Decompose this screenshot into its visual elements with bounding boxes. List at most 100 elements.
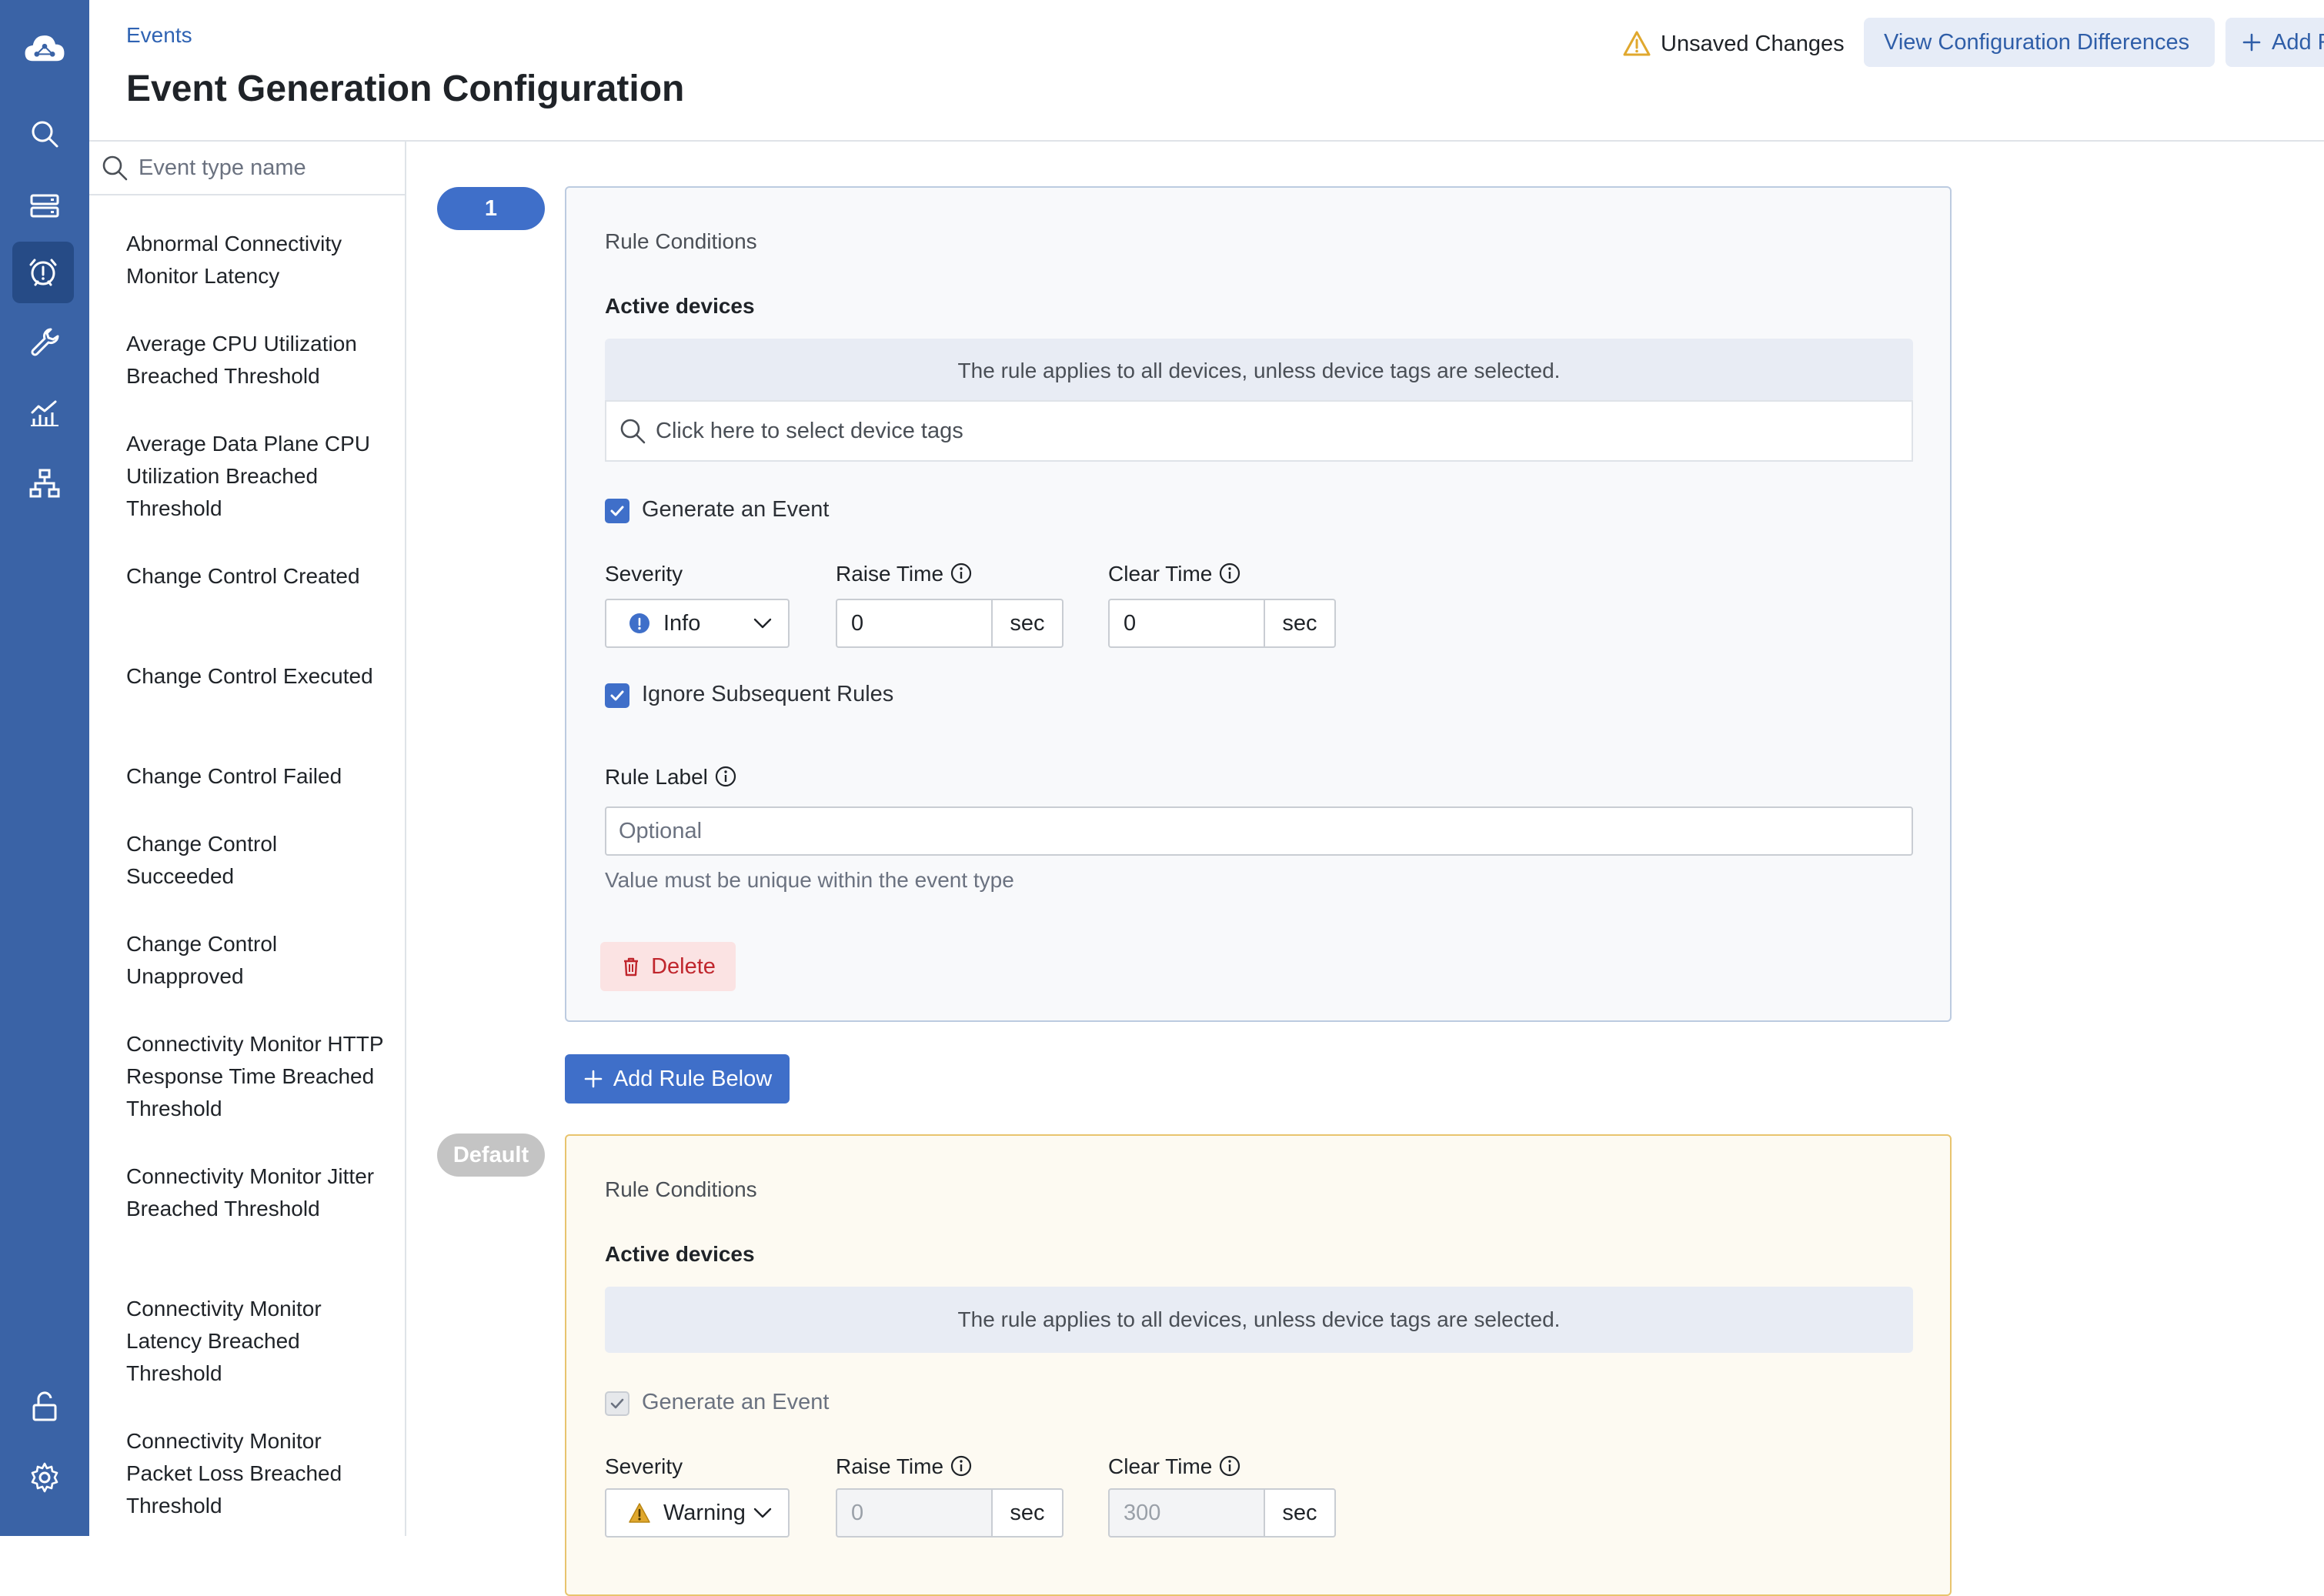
header-divider	[89, 140, 2324, 142]
severity-select[interactable]: Info	[605, 599, 790, 648]
left-nav	[0, 0, 89, 1536]
severity-select[interactable]: Warning	[605, 1488, 790, 1538]
unsaved-changes-indicator: Unsaved Changes	[1622, 29, 1845, 58]
device-tags-placeholder: Click here to select device tags	[656, 418, 963, 443]
breadcrumb-events[interactable]: Events	[126, 23, 192, 48]
raise-time-unit: sec	[993, 599, 1063, 648]
chevron-down-icon	[753, 1508, 772, 1518]
clear-time-label: Clear Time	[1108, 562, 1241, 586]
list-item[interactable]: Change Control Executed	[126, 660, 388, 693]
list-item[interactable]: Change Control Unapproved	[126, 928, 388, 993]
page-title: Event Generation Configuration	[126, 68, 685, 109]
clear-time-label-text: Clear Time	[1108, 562, 1213, 586]
delete-rule-button[interactable]: Delete	[600, 942, 736, 991]
add-button[interactable]: Add R	[2225, 18, 2324, 67]
device-tags-selector[interactable]: Click here to select device tags	[605, 400, 1913, 462]
severity-value: Warning	[663, 1500, 746, 1525]
rule-conditions-title: Rule Conditions	[605, 229, 757, 253]
ignore-subsequent-rules-label: Ignore Subsequent Rules	[642, 682, 894, 706]
warning-icon	[629, 1503, 650, 1523]
trash-icon	[624, 957, 639, 977]
raise-time-value[interactable]: 0	[836, 599, 993, 648]
info-icon[interactable]	[950, 1454, 973, 1477]
plus-icon	[2242, 33, 2261, 52]
list-item[interactable]: Connectivity Monitor HTTP Response Time …	[126, 1028, 388, 1125]
settings-icon[interactable]	[0, 1447, 89, 1508]
ignore-subsequent-rules-checkbox[interactable]	[605, 683, 629, 708]
raise-time-value: 0	[836, 1488, 993, 1538]
active-devices-label: Active devices	[605, 1242, 755, 1266]
list-item[interactable]: Change Control Succeeded	[126, 828, 388, 893]
add-rule-below-label: Add Rule Below	[613, 1066, 773, 1091]
rule-card: Rule Conditions Active devices The rule …	[565, 186, 1952, 1022]
generate-event-checkbox	[605, 1391, 629, 1416]
rule-label-hint: Value must be unique within the event ty…	[605, 868, 1014, 892]
info-icon[interactable]	[1218, 562, 1241, 585]
clear-time-value: 300	[1108, 1488, 1265, 1538]
tools-icon[interactable]	[0, 311, 89, 372]
rule-label-input[interactable]: Optional	[605, 806, 1913, 856]
metrics-icon[interactable]	[0, 382, 89, 443]
list-item[interactable]: Average Data Plane CPU Utilization Breac…	[126, 428, 388, 525]
search-icon[interactable]	[0, 103, 89, 165]
check-icon	[610, 506, 624, 516]
raise-time-input: 0 sec	[836, 1488, 1063, 1538]
search-icon	[620, 419, 646, 444]
clear-time-label-text: Clear Time	[1108, 1454, 1213, 1478]
generate-event-label: Generate an Event	[642, 1390, 830, 1414]
list-item[interactable]: Change Control Created	[126, 560, 388, 593]
raise-time-label: Raise Time	[836, 562, 973, 586]
raise-time-label-text: Raise Time	[836, 1454, 944, 1478]
raise-time-label: Raise Time	[836, 1454, 973, 1479]
severity-label: Severity	[605, 562, 683, 586]
severity-label: Severity	[605, 1454, 683, 1478]
rule-number-badge: 1	[437, 187, 545, 230]
clear-time-input: 300 sec	[1108, 1488, 1336, 1538]
info-icon[interactable]	[1218, 1454, 1241, 1477]
info-icon[interactable]	[714, 765, 737, 788]
list-item[interactable]: Connectivity Monitor Jitter Breached Thr…	[126, 1160, 388, 1225]
rule-label-title-text: Rule Label	[605, 765, 708, 789]
device-scope-banner: The rule applies to all devices, unless …	[605, 339, 1913, 403]
cloud-logo-icon[interactable]	[0, 18, 89, 80]
clear-time-value[interactable]: 0	[1108, 599, 1265, 648]
clear-time-unit: sec	[1265, 1488, 1336, 1538]
list-item[interactable]: Change Control Failed	[126, 760, 388, 793]
clear-time-unit: sec	[1265, 599, 1336, 648]
view-configuration-differences-button[interactable]: View Configuration Differences	[1864, 18, 2215, 67]
add-rule-below-button[interactable]: Add Rule Below	[565, 1054, 790, 1104]
list-item[interactable]: Connectivity Monitor Latency Breached Th…	[126, 1293, 388, 1390]
event-type-search	[89, 142, 405, 195]
default-rule-badge: Default	[437, 1134, 545, 1177]
warning-icon	[1623, 31, 1651, 56]
clear-time-input[interactable]: 0 sec	[1108, 599, 1336, 648]
generate-event-checkbox[interactable]	[605, 499, 629, 523]
lock-icon[interactable]	[0, 1376, 89, 1437]
devices-icon[interactable]	[0, 175, 89, 237]
check-icon	[610, 1398, 624, 1409]
event-type-search-input[interactable]	[137, 154, 386, 182]
list-item[interactable]: Abnormal Connectivity Monitor Latency	[126, 228, 388, 292]
check-icon	[610, 690, 624, 701]
list-item[interactable]: Connectivity Monitor Packet Loss Breache…	[126, 1425, 388, 1522]
plus-icon	[584, 1070, 603, 1088]
active-devices-label: Active devices	[605, 294, 755, 318]
chevron-down-icon	[753, 618, 772, 629]
rule-conditions-title: Rule Conditions	[605, 1177, 757, 1201]
search-icon	[102, 155, 128, 181]
raise-time-input[interactable]: 0 sec	[836, 599, 1063, 648]
list-item[interactable]: Average CPU Utilization Breached Thresho…	[126, 328, 388, 392]
default-rule-card: Rule Conditions Active devices The rule …	[565, 1134, 1952, 1596]
generate-event-label: Generate an Event	[642, 497, 830, 522]
info-severity-icon	[629, 613, 649, 633]
event-type-list-panel: Abnormal Connectivity Monitor Latency Av…	[89, 142, 406, 1536]
delete-label: Delete	[651, 953, 716, 979]
info-icon[interactable]	[950, 562, 973, 585]
rule-label-title: Rule Label	[605, 765, 737, 790]
severity-value: Info	[663, 610, 701, 636]
add-button-label: Add R	[2272, 29, 2324, 55]
events-alarm-icon[interactable]	[12, 242, 74, 303]
raise-time-unit: sec	[993, 1488, 1063, 1538]
unsaved-changes-label: Unsaved Changes	[1661, 31, 1845, 56]
topology-icon[interactable]	[0, 452, 89, 514]
